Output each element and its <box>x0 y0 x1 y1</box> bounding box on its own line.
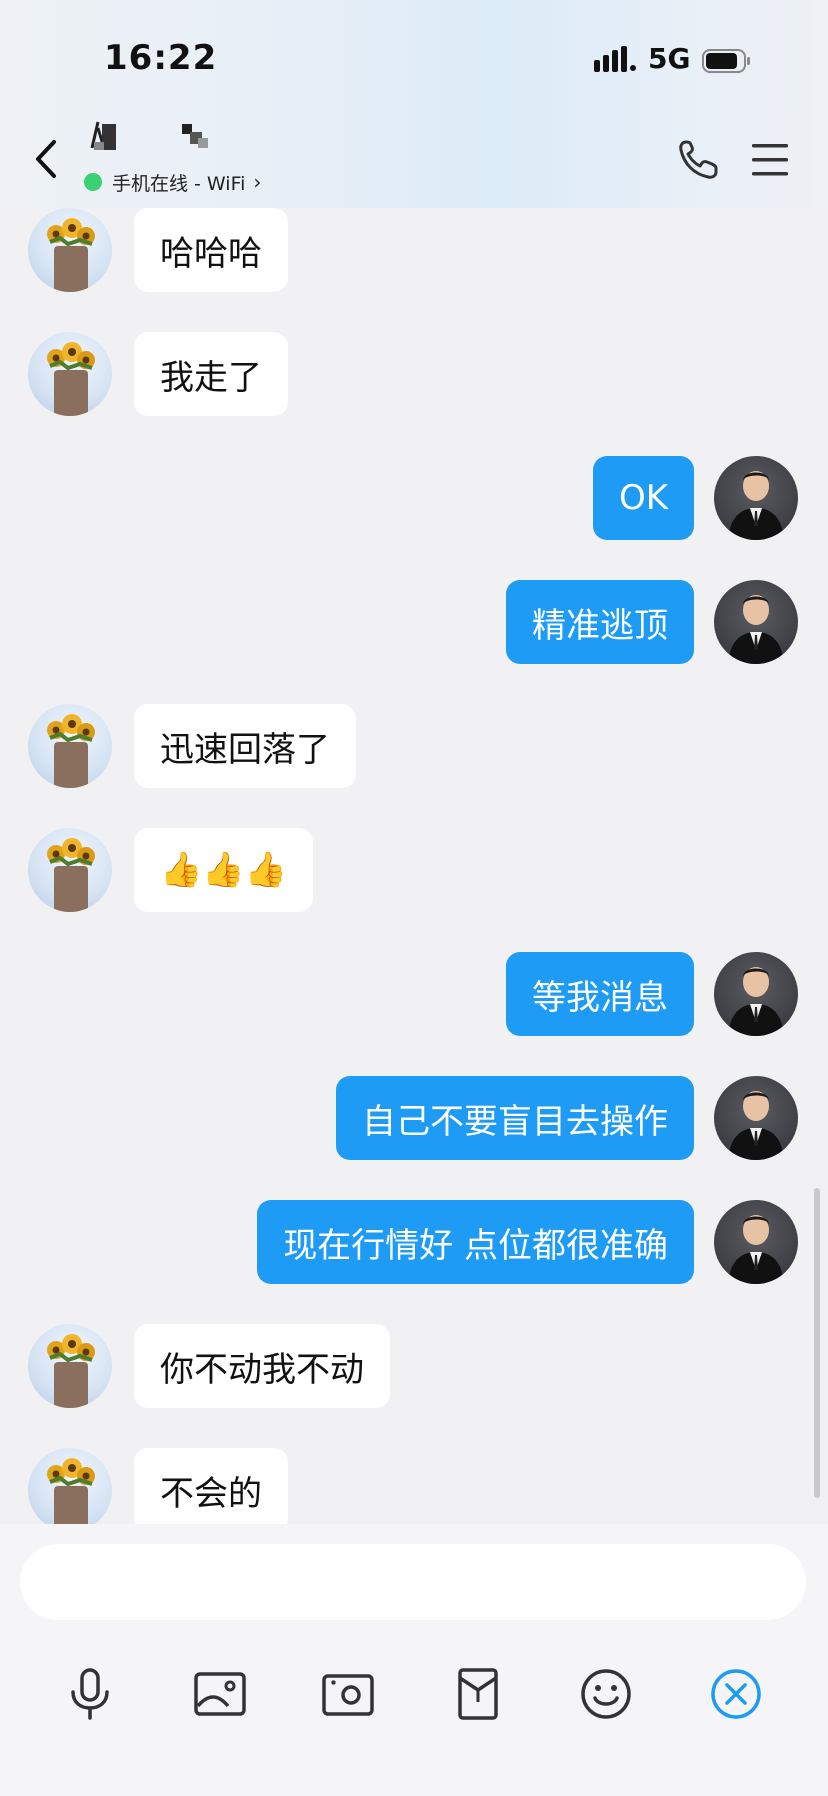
message-row: 自己不要盲目去操作 <box>0 1076 828 1164</box>
message-input[interactable] <box>20 1544 806 1620</box>
contact-name-redacted <box>90 121 208 150</box>
received-message-bubble[interactable]: 迅速回落了 <box>134 704 356 788</box>
online-status-text: 手机在线 - WiFi <box>112 172 246 195</box>
close-panel-icon[interactable] <box>706 1664 766 1724</box>
message-row: 你不动我不动 <box>0 1324 828 1412</box>
message-row: 不会的 <box>0 1448 828 1524</box>
sunflower-avatar-icon <box>47 1458 95 1524</box>
received-message-bubble[interactable]: 不会的 <box>134 1448 288 1524</box>
message-row: 迅速回落了 <box>0 704 828 792</box>
sunflower-avatar-icon <box>47 1334 95 1408</box>
received-message-bubble[interactable]: 👍👍👍 <box>134 828 314 912</box>
contact-avatar[interactable] <box>28 1448 112 1524</box>
sunflower-avatar-icon <box>47 218 95 292</box>
sent-message-bubble[interactable]: 现在行情好 点位都很准确 <box>257 1200 694 1284</box>
network-label: 5G <box>648 42 691 75</box>
contact-avatar[interactable] <box>28 828 112 912</box>
online-dot <box>84 173 102 191</box>
contact-avatar[interactable] <box>28 704 112 788</box>
sunflower-avatar-icon <box>47 342 95 416</box>
emoji-icon[interactable] <box>576 1664 636 1724</box>
received-message-bubble[interactable]: 你不动我不动 <box>134 1324 390 1408</box>
message-row: 现在行情好 点位都很准确 <box>0 1200 828 1288</box>
person-avatar-icon <box>728 471 784 540</box>
composer-bar <box>0 1524 828 1796</box>
sent-message-bubble[interactable]: 等我消息 <box>506 952 694 1036</box>
menu-icon[interactable] <box>750 140 790 180</box>
back-icon[interactable] <box>30 136 66 182</box>
contact-avatar[interactable] <box>28 1324 112 1408</box>
status-time: 16:22 <box>104 38 218 78</box>
message-row: OK <box>0 456 828 544</box>
red-packet-icon[interactable] <box>448 1664 508 1724</box>
my-avatar[interactable] <box>714 580 798 664</box>
message-row: 👍👍👍 <box>0 828 828 916</box>
my-avatar[interactable] <box>714 1076 798 1160</box>
sunflower-avatar-icon <box>47 838 95 912</box>
sent-message-bubble[interactable]: 自己不要盲目去操作 <box>336 1076 694 1160</box>
my-avatar[interactable] <box>714 456 798 540</box>
message-row: 精准逃顶 <box>0 580 828 668</box>
received-message-bubble[interactable]: 我走了 <box>134 332 288 416</box>
sunflower-avatar-icon <box>47 714 95 788</box>
contact-avatar[interactable] <box>28 332 112 416</box>
person-avatar-icon <box>728 967 784 1036</box>
camera-icon[interactable] <box>318 1664 378 1724</box>
message-row: 哈哈哈 <box>0 208 828 296</box>
message-row: 我走了 <box>0 332 828 420</box>
chevron-right-icon: › <box>253 170 262 194</box>
message-list[interactable]: 哈哈哈 我走了 OK 精准逃顶 迅速回落了 👍👍👍 等我消息 自己不要盲目去操作… <box>0 208 828 1524</box>
battery-icon <box>702 49 750 73</box>
received-message-bubble[interactable]: 哈哈哈 <box>134 208 288 292</box>
my-avatar[interactable] <box>714 1200 798 1284</box>
image-icon[interactable] <box>190 1664 250 1724</box>
person-avatar-icon <box>728 595 784 664</box>
chat-header: 16:22 5G 手机在线 - WiFi › <box>0 0 828 208</box>
microphone-icon[interactable] <box>60 1664 120 1724</box>
sent-message-bubble[interactable]: 精准逃顶 <box>506 580 694 664</box>
message-row: 等我消息 <box>0 952 828 1040</box>
my-avatar[interactable] <box>714 952 798 1036</box>
signal-icon <box>594 46 636 72</box>
phone-icon[interactable] <box>676 138 720 182</box>
sent-message-bubble[interactable]: OK <box>592 456 694 540</box>
online-status[interactable]: 手机在线 - WiFi › <box>84 168 261 196</box>
scrollbar[interactable] <box>814 1188 820 1498</box>
person-avatar-icon <box>728 1215 784 1284</box>
contact-avatar[interactable] <box>28 208 112 292</box>
person-avatar-icon <box>728 1091 784 1160</box>
